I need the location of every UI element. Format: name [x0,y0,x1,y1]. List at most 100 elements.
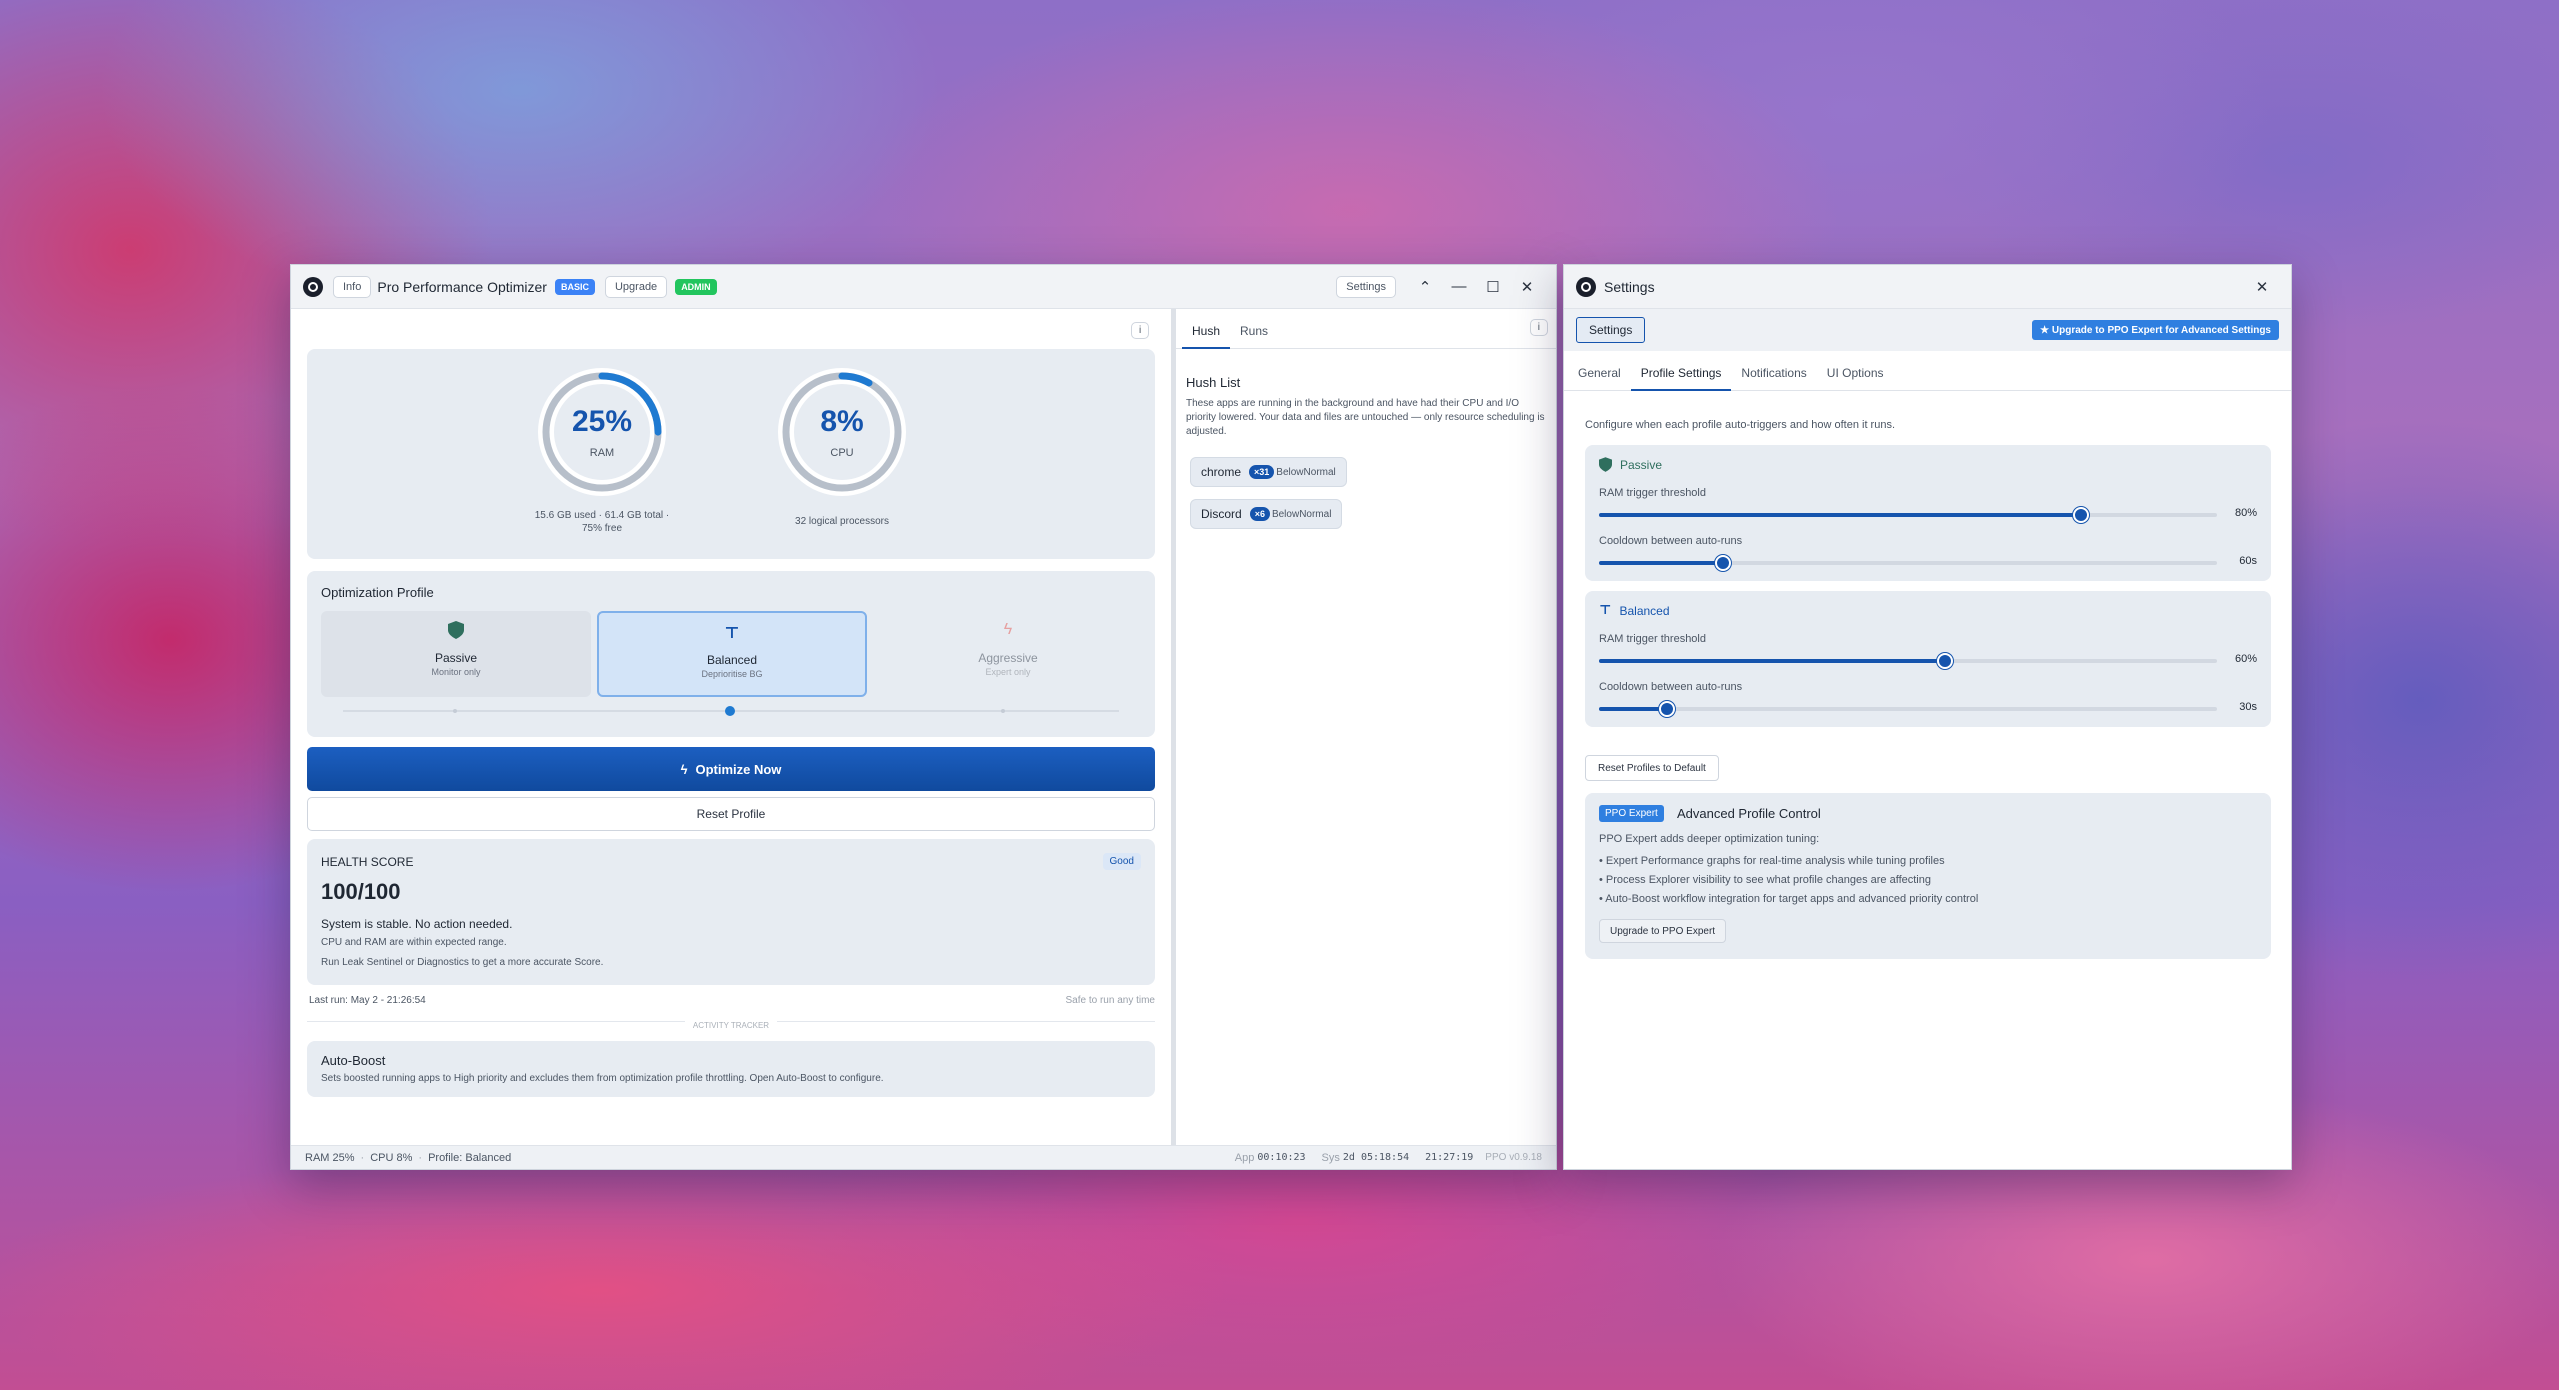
passive-name: Passive [1620,457,1663,472]
hush-info-button[interactable]: i [1529,319,1548,336]
profile-balanced[interactable]: ⊤ Balanced Deprioritise BG [597,611,867,697]
close-icon[interactable]: ✕ [1510,278,1544,296]
slider-thumb[interactable] [2073,507,2090,523]
balanced-ram-value: 60% [2234,653,2257,665]
ram-free: 75% free [581,523,623,534]
optimize-now-button[interactable]: ϟ Optimize Now [307,747,1155,791]
status-bar: RAM 25% · CPU 8% · Profile: Balanced App… [291,1145,1556,1169]
minimize-icon[interactable]: — [1442,278,1476,295]
status-app-label: App [1234,1151,1255,1164]
cpu-label: CPU [830,447,854,459]
tab-notifications[interactable]: Notifications [1731,366,1816,390]
reset-profiles-button[interactable]: Reset Profiles to Default [1585,755,1719,781]
tab-hush[interactable]: Hush [1182,324,1231,349]
close-icon[interactable]: ✕ [2245,278,2279,296]
profile-balanced-sub: Deprioritise BG [701,669,763,679]
info-button[interactable]: Info [333,275,372,298]
balanced-settings-card: ⊤ Balanced RAM trigger threshold 60% Coo… [1585,591,2271,727]
health-score: 100/100 [321,879,401,904]
collapse-icon[interactable]: ⌃ [1408,278,1442,296]
shield-icon [1599,457,1612,472]
gauges-card: 25% RAM 15.6 GB used · 61.4 GB total · 7… [307,349,1155,559]
cpu-value: 8% [820,405,864,438]
autoboost-desc: Sets boosted running apps to High priori… [321,1073,884,1084]
tab-runs[interactable]: Runs [1230,324,1278,348]
settings-chip[interactable]: Settings [1576,317,1646,343]
tab-ui-options[interactable]: UI Options [1817,366,1894,390]
profile-passive[interactable]: Passive Monitor only [321,611,591,697]
hush-desc: These apps are running in the background… [1186,398,1545,437]
settings-button[interactable]: Settings [1336,275,1396,298]
settings-intro: Configure when each profile auto-trigger… [1585,419,1896,431]
maximize-icon[interactable]: ☐ [1476,278,1510,296]
hush-item-priority: BelowNormal [1276,466,1336,478]
status-ram: RAM 25% [305,1151,355,1164]
balance-icon: ⊤ [724,623,740,642]
profile-slider-thumb[interactable] [725,706,735,716]
status-sys-label: Sys [1321,1151,1340,1164]
status-app-time: 00:10:23 [1257,1152,1306,1163]
slider-thumb[interactable] [1937,653,1954,669]
slider-thumb[interactable] [1714,555,1731,571]
reset-profile-button[interactable]: Reset Profile [307,797,1155,831]
balanced-cool-slider[interactable] [1599,701,2217,717]
profile-aggressive-name: Aggressive [978,651,1038,665]
upgrade-expert-button[interactable]: Upgrade to PPO Expert [1599,919,1727,943]
expert-intro: PPO Expert adds deeper optimization tuni… [1599,833,1820,845]
tab-profile-settings[interactable]: Profile Settings [1630,366,1732,391]
hush-item[interactable]: Discord ×6 BelowNormal [1190,499,1343,529]
status-profile: Profile: Balanced [428,1151,512,1164]
slider-thumb[interactable] [1658,701,1675,717]
tab-general[interactable]: General [1568,366,1631,390]
passive-ram-value: 80% [2234,507,2257,519]
hush-item[interactable]: chrome ×31 BelowNormal [1190,457,1347,487]
passive-cool-value: 60s [2239,555,2257,567]
settings-tabs: General Profile Settings Notifications U… [1564,351,2291,391]
health-card: HEALTH SCORE Good 100/100 System is stab… [307,839,1155,985]
activity-label-wrap: ACTIVITY TRACKER [291,1015,1171,1033]
status-clock: 21:27:19 [1425,1152,1474,1163]
dashboard-pane: i 25% RAM 15.6 GB used · 61.4 GB total ·… [291,309,1171,1145]
app-logo-icon [1576,276,1596,297]
passive-header: Passive [1599,457,1662,472]
expert-bullet: • Process Explorer visibility to see wha… [1599,874,1931,886]
hush-pane: Hush Runs i Hush List These apps are run… [1176,309,1556,1145]
balanced-ram-slider[interactable] [1599,653,2217,669]
profile-aggressive[interactable]: ϟ Aggressive Expert only [873,611,1143,697]
health-line2: Run Leak Sentinel or Diagnostics to get … [321,957,604,968]
cpu-gauge: 8% CPU [777,367,907,497]
passive-cool-slider[interactable] [1599,555,2217,571]
slider-tick [453,709,457,713]
upgrade-banner-button[interactable]: ★ Upgrade to PPO Expert for Advanced Set… [2032,320,2279,340]
hush-item-name: Discord [1201,507,1242,521]
autoboost-card[interactable]: Auto-Boost Sets boosted running apps to … [307,1041,1155,1097]
status-cpu: CPU 8% [370,1151,413,1164]
expert-bullet: • Expert Performance graphs for real-tim… [1599,855,1945,867]
ram-detail: 15.6 GB used · 61.4 GB total · [534,510,670,521]
safe-text: Safe to run any time [1065,995,1156,1006]
dashboard-info-button[interactable]: i [1131,322,1150,339]
status-version: PPO v0.9.18 [1485,1152,1542,1163]
profile-aggressive-sub: Expert only [985,667,1031,677]
optimization-title: Optimization Profile [321,585,434,600]
balance-icon: ⊤ [1599,603,1612,618]
ram-value: 25% [571,405,633,438]
hush-item-name: chrome [1201,465,1242,479]
hush-item-count: ×6 [1249,507,1270,521]
health-line1: CPU and RAM are within expected range. [321,937,507,948]
admin-badge: ADMIN [675,278,717,295]
app-title: Pro Performance Optimizer [377,278,547,295]
expert-card: PPO Expert Advanced Profile Control PPO … [1585,793,2271,959]
tier-badge: BASIC [554,278,595,295]
activity-label: ACTIVITY TRACKER [684,1021,778,1030]
balanced-ram-label: RAM trigger threshold [1599,633,1706,645]
expert-title: Advanced Profile Control [1677,806,1821,821]
main-titlebar: Info Pro Performance Optimizer BASIC Upg… [291,265,1556,309]
profile-balanced-name: Balanced [706,653,758,667]
upgrade-button[interactable]: Upgrade [604,275,668,298]
passive-settings-card: Passive RAM trigger threshold 80% Cooldo… [1585,445,2271,581]
passive-ram-slider[interactable] [1599,507,2217,523]
ram-gauge: 25% RAM [537,367,667,497]
expert-bullet: • Auto-Boost workflow integration for ta… [1599,893,1979,905]
hush-item-priority: BelowNormal [1271,508,1332,520]
